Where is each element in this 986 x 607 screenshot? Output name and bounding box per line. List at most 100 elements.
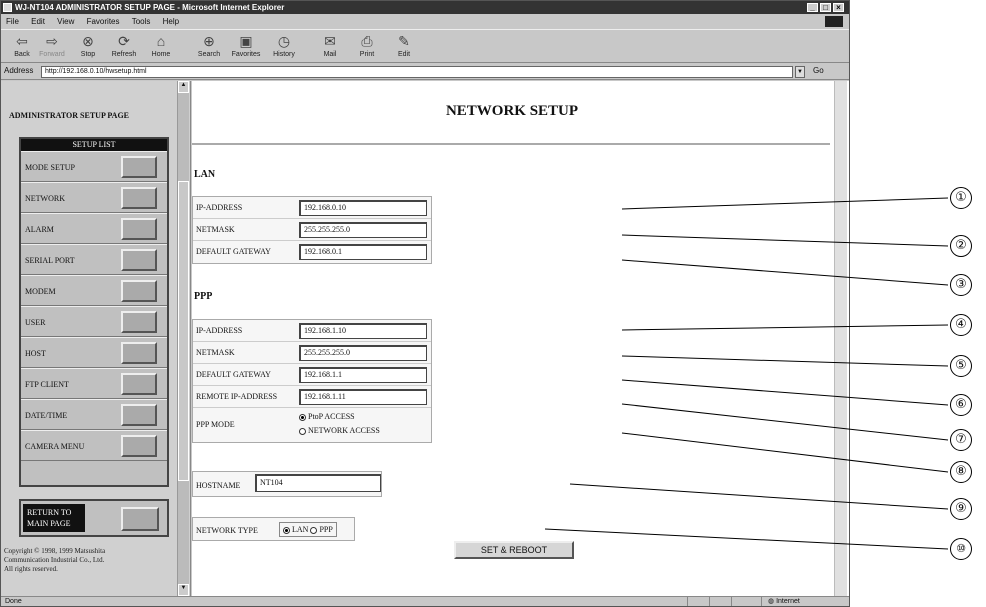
security-zone: ◍ Internet xyxy=(761,597,847,606)
admin-setup-title: ADMINISTRATOR SETUP PAGE xyxy=(9,111,130,120)
lan-netmask-label: NETMASK xyxy=(196,225,235,234)
scroll-thumb[interactable] xyxy=(178,181,189,481)
host-button[interactable] xyxy=(121,342,157,364)
network-button[interactable] xyxy=(121,187,157,209)
setup-item-camera-menu: CAMERA MENU xyxy=(21,430,167,461)
hostname-label: HOSTNAME xyxy=(196,481,241,490)
setup-item-ftp-client: FTP CLIENT xyxy=(21,368,167,399)
left-frame-scrollbar[interactable]: ▲ ▼ xyxy=(177,81,189,596)
radio-unchecked-icon[interactable] xyxy=(310,526,318,534)
scroll-up-icon[interactable]: ▲ xyxy=(178,81,189,93)
return-to-main: RETURN TO MAIN PAGE xyxy=(19,499,169,537)
title-bar: WJ-NT104 ADMINISTRATOR SETUP PAGE - Micr… xyxy=(1,1,849,14)
ppp-netmask-input[interactable]: 255.255.255.0 xyxy=(299,345,427,361)
toolbar: ⇦ Back ⇨ Forward ⊗ Stop ⟳ Refresh ⌂ Home ⊕ Sea… xyxy=(1,29,849,63)
lan-heading: LAN xyxy=(194,169,216,180)
lan-ip-input[interactable]: 192.168.0.10 xyxy=(299,200,427,216)
page-title: NETWORK SETUP xyxy=(445,103,579,119)
mail-icon: ✉ xyxy=(324,33,336,49)
setup-list: SETUP LIST MODE SETUP NETWORK ALARM SERI… xyxy=(19,137,169,487)
network-type-row: NETWORK TYPE LAN PPP xyxy=(192,517,355,541)
close-button[interactable]: × xyxy=(833,3,844,12)
menu-favorites[interactable]: Favorites xyxy=(82,15,125,28)
serial-port-button[interactable] xyxy=(121,249,157,271)
lan-gateway-input[interactable]: 192.168.0.1 xyxy=(299,244,427,260)
favorites-icon: ▣ xyxy=(239,33,253,49)
user-button[interactable] xyxy=(121,311,157,333)
setup-list-header: SETUP LIST xyxy=(21,139,167,151)
menu-tools[interactable]: Tools xyxy=(127,15,156,28)
history-button[interactable]: ◷ History xyxy=(265,32,303,62)
browser-window: WJ-NT104 ADMINISTRATOR SETUP PAGE - Micr… xyxy=(0,0,850,607)
menu-bar: File Edit View Favorites Tools Help xyxy=(1,15,849,28)
setup-item-serial-port: SERIAL PORT xyxy=(21,244,167,275)
setup-item-mode-setup: MODE SETUP xyxy=(21,151,167,182)
lan-form: IP-ADDRESS 192.168.0.10 NETMASK 255.255.25… xyxy=(192,196,432,264)
status-text: Done xyxy=(5,598,22,605)
network-type-lan-option[interactable]: LAN xyxy=(283,525,308,534)
callout-1: ① xyxy=(950,187,972,209)
edit-button[interactable]: ✎ Edit xyxy=(385,32,423,62)
radio-checked-icon[interactable] xyxy=(299,413,306,421)
hostname-input[interactable]: NT104 xyxy=(255,474,381,492)
setup-item-user: USER xyxy=(21,306,167,337)
set-and-reboot-button[interactable]: SET & REBOOT xyxy=(454,541,574,559)
lan-gateway-label: DEFAULT GATEWAY xyxy=(196,247,271,256)
setup-item-date-time: DATE/TIME xyxy=(21,399,167,430)
address-input[interactable]: http://192.168.0.10/hwsetup.html xyxy=(41,66,793,78)
maximize-button[interactable]: □ xyxy=(820,3,831,12)
stop-icon: ⊗ xyxy=(82,33,94,49)
hostname-row: HOSTNAME NT104 xyxy=(192,471,382,497)
ppp-ip-label: IP-ADDRESS xyxy=(196,326,243,335)
return-main-button[interactable] xyxy=(121,507,159,531)
refresh-button[interactable]: ⟳ Refresh xyxy=(105,32,143,62)
ie-app-icon xyxy=(3,3,12,12)
camera-menu-button[interactable] xyxy=(121,435,157,457)
mode-setup-button[interactable] xyxy=(121,156,157,178)
home-button[interactable]: ⌂ Home xyxy=(142,32,180,62)
minimize-button[interactable]: _ xyxy=(807,3,818,12)
network-type-ppp-option[interactable]: PPP xyxy=(310,525,333,534)
stop-button[interactable]: ⊗ Stop xyxy=(69,32,107,62)
ppp-mode-ptop-option[interactable]: PtoP ACCESS xyxy=(299,410,380,424)
windows-logo-icon xyxy=(825,16,843,27)
ppp-form: IP-ADDRESS 192.168.1.10 NETMASK 255.255.25… xyxy=(192,319,432,443)
scroll-down-icon[interactable]: ▼ xyxy=(178,584,189,596)
menu-help[interactable]: Help xyxy=(158,15,184,28)
ppp-mode-network-option[interactable]: NETWORK ACCESS xyxy=(299,424,380,438)
ppp-ip-input[interactable]: 192.168.1.10 xyxy=(299,323,427,339)
callout-2: ② xyxy=(950,235,972,257)
home-icon: ⌂ xyxy=(156,33,166,49)
edit-icon: ✎ xyxy=(398,33,410,49)
address-dropdown-icon[interactable]: ▼ xyxy=(795,66,805,78)
go-button[interactable]: Go xyxy=(813,66,824,75)
menu-edit[interactable]: Edit xyxy=(26,15,50,28)
callout-4: ④ xyxy=(950,314,972,336)
remote-ip-input[interactable]: 192.168.1.11 xyxy=(299,389,427,405)
forward-button[interactable]: ⇨ Forward xyxy=(33,32,71,62)
ppp-heading: PPP xyxy=(194,291,213,302)
ppp-gateway-input[interactable]: 192.168.1.1 xyxy=(299,367,427,383)
ftp-client-button[interactable] xyxy=(121,373,157,395)
modem-button[interactable] xyxy=(121,280,157,302)
lan-netmask-input[interactable]: 255.255.255.0 xyxy=(299,222,427,238)
return-label: RETURN TO MAIN PAGE xyxy=(23,504,85,532)
status-divider xyxy=(731,597,732,606)
status-divider xyxy=(709,597,710,606)
menu-view[interactable]: View xyxy=(52,15,79,28)
status-divider xyxy=(687,597,688,606)
alarm-button[interactable] xyxy=(121,218,157,240)
setup-item-modem: MODEM xyxy=(21,275,167,306)
radio-unchecked-icon[interactable] xyxy=(299,427,306,435)
globe-icon: ◍ xyxy=(768,598,777,605)
radio-checked-icon[interactable] xyxy=(283,526,290,534)
ppp-mode-label: PPP MODE xyxy=(196,420,235,429)
menu-file[interactable]: File xyxy=(1,15,24,28)
setup-item-network: NETWORK xyxy=(21,182,167,213)
mail-button[interactable]: ✉ Mail xyxy=(311,32,349,62)
print-button[interactable]: ⎙ Print xyxy=(348,32,386,62)
search-button[interactable]: ⊕ Search xyxy=(190,32,228,62)
date-time-button[interactable] xyxy=(121,404,157,426)
favorites-button[interactable]: ▣ Favorites xyxy=(227,32,265,62)
main-frame-scrollbar[interactable] xyxy=(834,81,847,596)
